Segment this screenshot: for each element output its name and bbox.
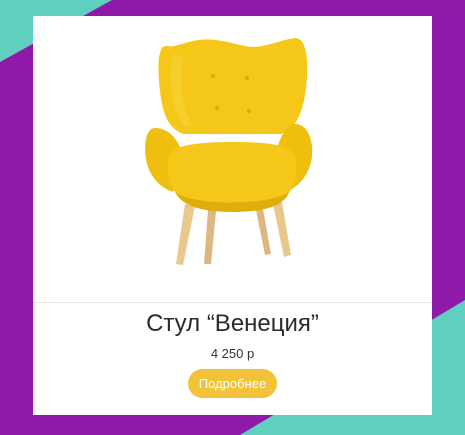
more-details-button[interactable]: Подробнее	[188, 369, 277, 398]
card-divider	[33, 302, 432, 303]
product-title: Стул “Венеция”	[146, 310, 319, 337]
yellow-armchair-image	[145, 38, 313, 265]
product-price: 4 250 р	[210, 346, 255, 361]
product-card: Стул “Венеция” 4 250 р Подробнее	[33, 16, 432, 415]
